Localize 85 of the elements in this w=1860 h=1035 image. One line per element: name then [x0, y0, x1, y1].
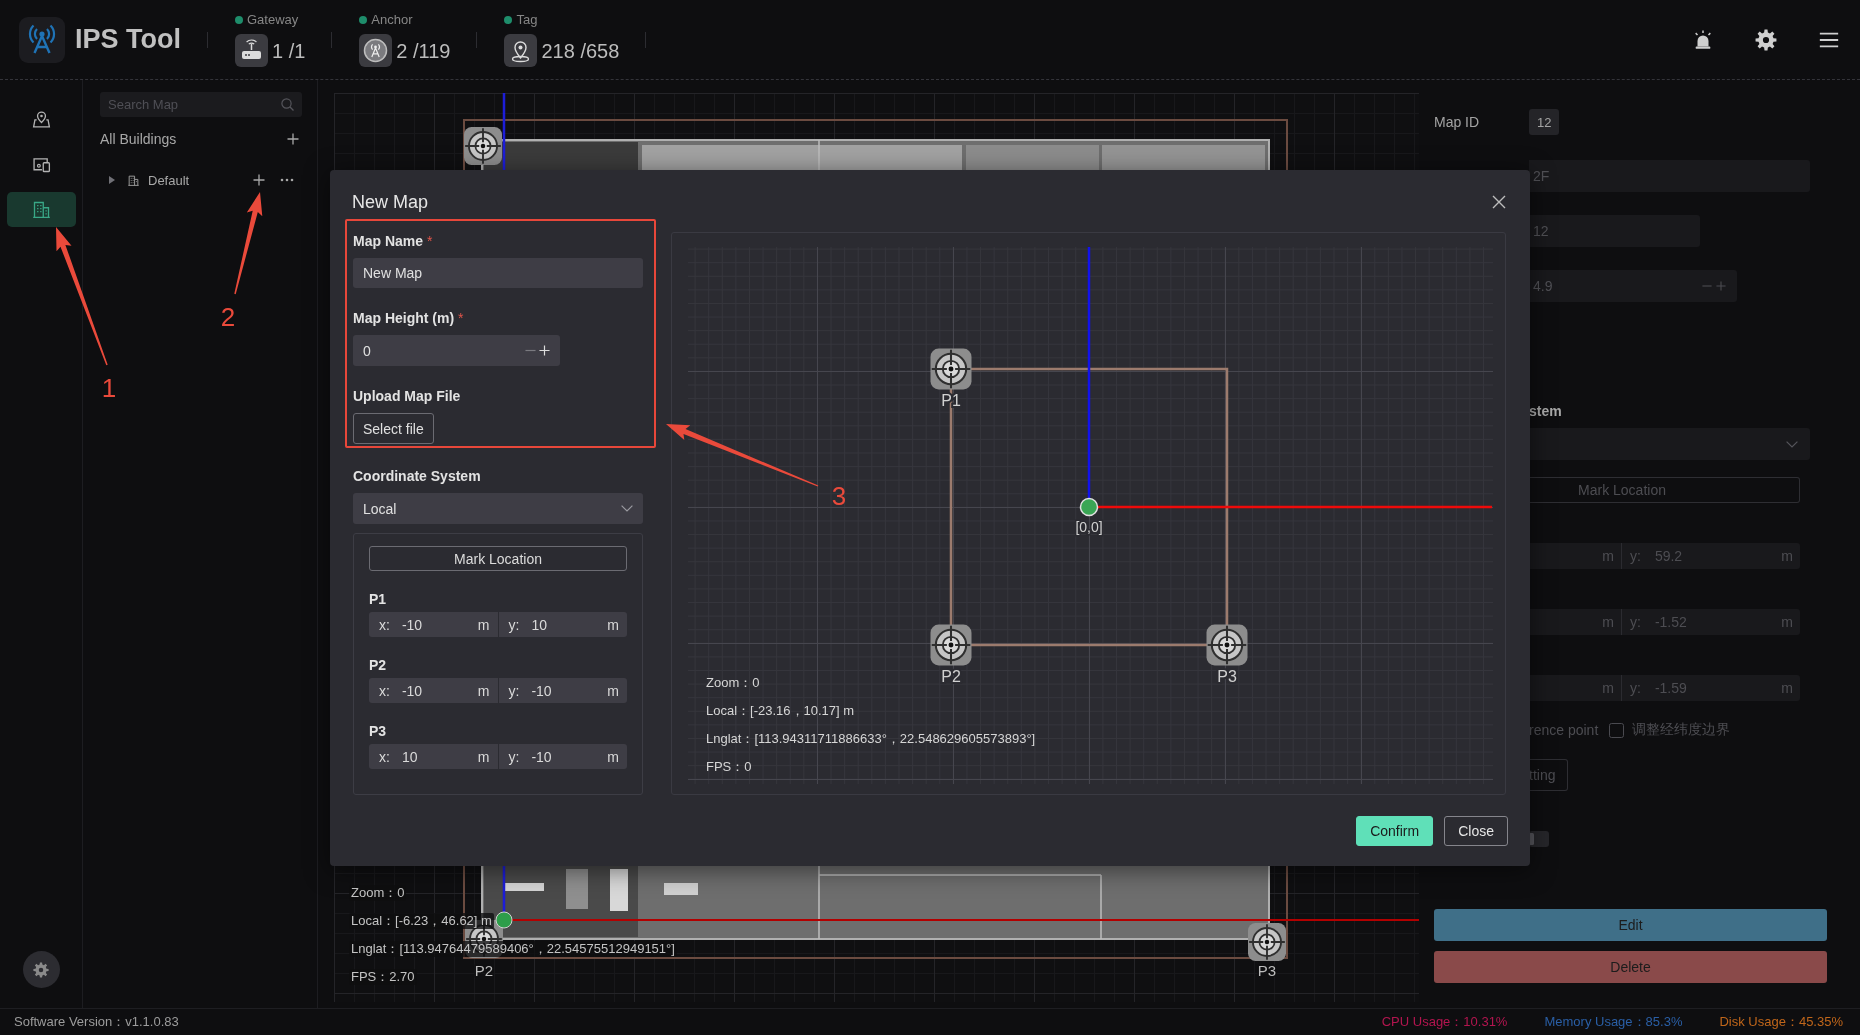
confirm-button[interactable]: Confirm	[1356, 816, 1434, 846]
coordinate-value: 10	[401, 748, 418, 765]
settings-button[interactable]	[22, 951, 60, 988]
axis-label: x:	[379, 616, 390, 633]
tree-root-label: All Buildings	[100, 131, 177, 147]
field-label: Map ID	[1434, 114, 1481, 130]
close-icon[interactable]	[1492, 195, 1506, 209]
chevron-down-icon	[1786, 440, 1798, 448]
app-title: IPS Tool	[75, 24, 181, 55]
building-icon	[30, 199, 52, 220]
status-dot-icon	[504, 16, 513, 24]
router-icon	[235, 34, 268, 67]
unit-label: m	[477, 682, 490, 699]
tree-item-label[interactable]: Default	[148, 172, 190, 188]
sidebar-nav-button[interactable]	[6, 192, 76, 227]
stat-label: Tag	[516, 12, 538, 28]
ellipsis-icon[interactable]	[280, 178, 294, 182]
coordinate-input[interactable]: x: 10 m	[369, 744, 499, 769]
annotation-number: 1	[101, 373, 117, 403]
mark-location-button[interactable]: Mark Location	[369, 546, 627, 571]
checkbox[interactable]	[1609, 722, 1625, 738]
unit-label: m	[477, 616, 490, 633]
origin-marker-icon	[495, 911, 513, 929]
checkbox-label: rence point	[1529, 722, 1599, 738]
close-button[interactable]: Close	[1444, 816, 1508, 846]
antenna-logo-icon	[19, 16, 65, 63]
usage-stat: CPU Usage：10.31%	[1381, 1013, 1508, 1031]
anchor-target-icon	[1248, 923, 1286, 961]
plus-icon[interactable]	[287, 133, 299, 145]
usage-stat: Disk Usage：45.35%	[1719, 1013, 1843, 1031]
field-label: Map Height (m) *	[353, 310, 464, 326]
search-icon	[281, 98, 294, 111]
caret-right-icon[interactable]	[109, 176, 115, 184]
point-label: P1	[369, 591, 388, 607]
anchor-target-icon	[464, 127, 502, 165]
stat-label: Gateway	[247, 12, 299, 28]
select-file-button[interactable]: Select file	[353, 413, 434, 444]
antenna-icon	[359, 34, 393, 67]
axis-label: y:	[508, 682, 520, 699]
text-input[interactable]: New Map	[353, 258, 643, 288]
field-label: Map Name *	[353, 233, 433, 249]
stat-count: 1 /1	[272, 38, 306, 63]
coordinate-input[interactable]: x: -10 m	[369, 612, 499, 637]
coordinate-value: -10	[401, 682, 423, 699]
axis-label: y:	[508, 748, 520, 765]
annotation-number: 2	[220, 302, 236, 332]
anchor-label: P3	[1257, 961, 1277, 979]
dropdown-select[interactable]: Local	[353, 493, 643, 524]
stat-label: Anchor	[371, 12, 413, 28]
axis-label: y:	[508, 616, 520, 633]
map-info-text: Zoom：0	[349, 885, 407, 901]
stat-count: 2 /119	[396, 38, 451, 63]
usage-stat: Memory Usage：85.3%	[1544, 1013, 1683, 1031]
field-label: stem	[1529, 402, 1562, 420]
alarm-light-icon[interactable]	[1692, 28, 1714, 51]
location-pin-icon	[504, 34, 538, 67]
unit-label: m	[477, 748, 490, 765]
settings-icon	[33, 961, 49, 978]
dialog-title: New Map	[352, 192, 429, 212]
status-dot-icon	[235, 16, 243, 24]
map-info-text: FPS：2.70	[349, 969, 417, 985]
coordinate-input[interactable]: x: -10 m	[369, 678, 499, 703]
checkbox-label: 调整经纬度边界	[1632, 721, 1731, 739]
coordinate-value: 10	[531, 616, 547, 633]
map-pin-icon	[30, 109, 52, 130]
axis-label: x:	[379, 682, 390, 699]
map-info-text: Local：[-6.23，46.62] m	[349, 913, 494, 929]
point-label: P3	[369, 723, 388, 739]
settings-icon[interactable]	[1755, 28, 1777, 51]
map-info-text: Lnglat：[113.94764479589406°，22.54575512949151°]	[349, 941, 677, 957]
axis-label: x:	[379, 748, 390, 765]
point-label: P2	[369, 657, 388, 673]
map-id-value: 12	[1529, 109, 1560, 135]
anchor-label: P2	[474, 961, 494, 979]
plus-icon[interactable]	[253, 174, 265, 186]
coordinate-value: -10	[531, 748, 552, 765]
stat-count: 218 /658	[541, 38, 620, 63]
building-icon	[127, 173, 140, 187]
field-label: Upload Map File	[353, 388, 461, 404]
coordinate-value: -10	[401, 616, 423, 633]
coordinate-value: -10	[531, 682, 552, 699]
software-version: Software Version：v1.1.0.83	[14, 1013, 179, 1031]
status-dot-icon	[359, 16, 368, 24]
toggle-switch[interactable]	[1529, 831, 1549, 847]
field-label: Coordinate System	[353, 468, 481, 484]
